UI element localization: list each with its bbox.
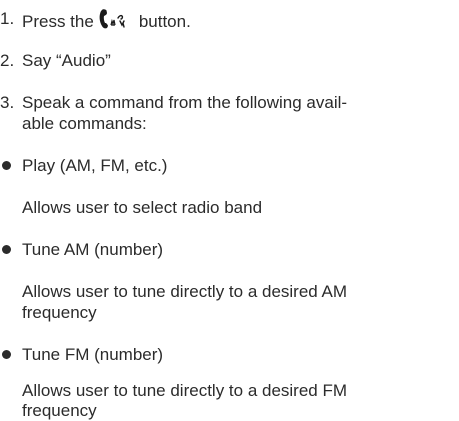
step-text-line-1: Speak a command from the following avail…	[22, 93, 348, 112]
instructions-document: 1. Press the button. 2. Say “Audio” 3. S…	[0, 0, 459, 421]
step-number: 2.	[0, 51, 15, 70]
command-name: Play (AM, FM, etc.)	[22, 156, 168, 175]
bullet-icon	[2, 161, 11, 170]
step-text-before: Press the	[22, 12, 94, 31]
command-description-line-2: frequency	[22, 303, 97, 322]
bullet-icon	[2, 245, 11, 254]
step-text-line-2: able commands:	[22, 114, 147, 133]
command-name: Tune FM (number)	[22, 345, 164, 364]
command-description-line-1: Allows user to tune directly to a desire…	[22, 381, 348, 400]
step-text: Say “Audio”	[22, 51, 111, 70]
command-description-line-1: Allows user to tune directly to a desire…	[22, 282, 348, 301]
bullet-icon	[2, 350, 11, 359]
command-description-line-2: frequency	[22, 401, 97, 420]
phone-voice-icon	[98, 8, 128, 30]
command-name: Tune AM (number)	[22, 240, 164, 259]
step-text: Press the button.	[22, 8, 191, 32]
step-number: 3.	[0, 93, 15, 112]
command-description: Allows user to select radio band	[22, 198, 263, 217]
step-number: 1.	[0, 9, 15, 28]
step-text-after: button.	[138, 12, 191, 31]
